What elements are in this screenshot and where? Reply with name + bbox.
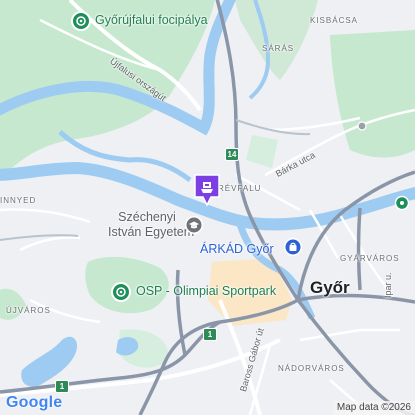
stadium-icon — [113, 284, 129, 300]
poi-label-szechenyi[interactable]: Széchenyi István Egyetem — [108, 210, 195, 240]
poi-marker-arkad[interactable] — [284, 238, 302, 256]
route-shield-14: 14 — [225, 148, 239, 161]
google-logo-text: Google — [6, 394, 63, 411]
neighborhood-label-saras: SÁRÁS — [262, 44, 295, 53]
neighborhood-label-kisbacsa: KISBÁCSA — [310, 16, 359, 25]
city-label-gyor[interactable]: Győr — [310, 278, 350, 298]
poi-label-arkad[interactable]: ÁRKÁD Győr — [200, 242, 274, 256]
google-logo[interactable]: Google — [6, 394, 62, 412]
street-label-ipar: Ipar u. — [383, 272, 393, 298]
neighborhood-label-gyarvaros: GYÁRVÁROS — [340, 254, 400, 263]
route-shield-1-center: 1 — [203, 328, 217, 341]
poi-marker-szechenyi[interactable] — [185, 216, 203, 234]
selected-location-pin[interactable] — [193, 173, 221, 207]
poi-label-focipalya[interactable]: Győrújfalui focipálya — [95, 13, 208, 27]
map-attribution[interactable]: Map data ©2026 — [332, 401, 415, 415]
poi-label-szechenyi-line1: Széchenyi — [118, 210, 176, 224]
map-view[interactable]: KISBÁCSA SÁRÁS RÉVFALU INNYED ÚJVÁROS GY… — [0, 0, 415, 415]
stadium-icon — [73, 13, 89, 29]
poi-marker-focipalya[interactable] — [71, 11, 91, 31]
neighborhood-label-ujvaros: ÚJVÁROS — [6, 306, 51, 315]
basemap[interactable] — [0, 0, 415, 415]
poi-marker-dot-east[interactable] — [393, 194, 411, 212]
poi-label-szechenyi-line2: István Egyetem — [108, 225, 195, 239]
poi-marker-dot-northeast[interactable] — [356, 120, 368, 132]
school-icon — [186, 217, 202, 233]
neighborhood-label-innyed: INNYED — [0, 196, 37, 205]
shopping-bag-icon — [285, 239, 301, 255]
route-shield-1-west: 1 — [55, 380, 69, 393]
neighborhood-label-revfalu: RÉVFALU — [218, 184, 262, 193]
poi-marker-osp[interactable] — [111, 282, 131, 302]
neighborhood-label-nadorvaros: NÁDORVÁROS — [278, 364, 345, 373]
poi-label-osp[interactable]: OSP - Olimpiai Sportpark — [136, 284, 276, 298]
